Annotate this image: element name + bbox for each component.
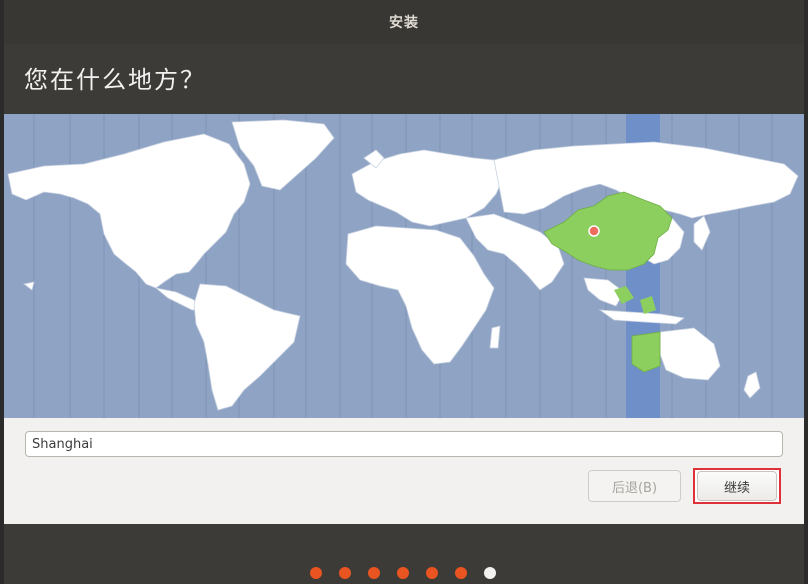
continue-button-label: 继续 <box>723 480 750 496</box>
back-button-label: 后退(B) <box>611 480 658 496</box>
world-map-graphic[interactable] <box>4 114 804 418</box>
progress-dot <box>455 567 467 579</box>
progress-dot <box>339 567 351 579</box>
page-header: 您在什么地方？ <box>4 44 804 114</box>
window-title: 安装 <box>389 15 419 31</box>
installer-window: 安装 您在什么地方？ Shanghai 后退(B) 继续 <box>4 0 804 584</box>
controls-area: 后退(B) 继续 <box>4 418 804 524</box>
progress-dot-current <box>484 567 496 579</box>
footer <box>4 524 804 584</box>
progress-dot <box>397 567 409 579</box>
timezone-map[interactable] <box>4 114 804 418</box>
selected-region-west-australia <box>631 331 661 373</box>
continue-button-highlight[interactable]: 继续 <box>693 468 781 504</box>
progress-dot <box>426 567 438 579</box>
page-title: 您在什么地方？ <box>24 66 206 94</box>
progress-dot <box>368 567 380 579</box>
location-pin[interactable] <box>588 225 600 237</box>
title-bar: 安装 <box>4 0 804 44</box>
progress-dot <box>310 567 322 579</box>
back-button[interactable]: 后退(B) <box>588 470 681 502</box>
progress-dots <box>310 567 496 579</box>
timezone-input[interactable] <box>25 431 783 457</box>
continue-button[interactable]: 继续 <box>697 471 777 501</box>
